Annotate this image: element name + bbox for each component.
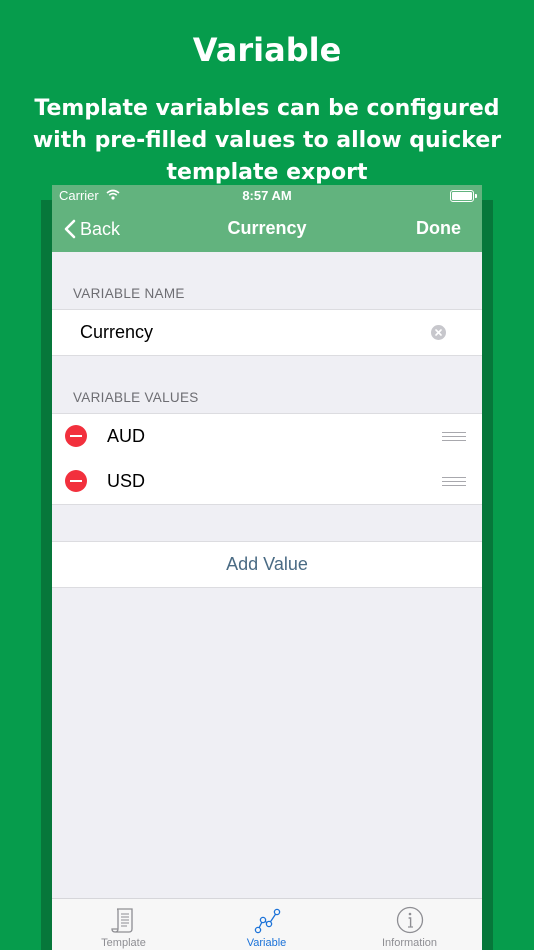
graph-nodes-icon	[254, 908, 280, 934]
tab-label: Information	[381, 937, 438, 949]
scroll-icon	[110, 908, 133, 933]
promo-subline: Template variables can be configured wit…	[32, 96, 502, 185]
reorder-handle-icon[interactable]	[442, 431, 466, 441]
tab-template[interactable]: Template	[52, 899, 195, 950]
variable-values-header: VARIABLE VALUES	[73, 390, 199, 405]
phone-screen: Carrier 8:57 AM Back Currency Done VARIA…	[52, 185, 482, 950]
status-time: 8:57 AM	[242, 188, 292, 203]
value-label: AUD	[107, 426, 146, 446]
tab-label: Variable	[246, 937, 287, 949]
promo-headline: Variable	[192, 31, 342, 69]
navigation-bar: Carrier 8:57 AM Back Currency Done	[52, 185, 482, 252]
tab-variable[interactable]: Variable	[195, 899, 338, 950]
variable-name-cell	[52, 309, 482, 356]
delete-icon[interactable]	[65, 470, 87, 492]
add-value-button[interactable]: Add Value	[52, 541, 482, 588]
battery-icon	[450, 190, 477, 202]
value-label: USD	[107, 471, 146, 491]
tab-bar: Template Variable Information	[52, 898, 482, 950]
delete-icon[interactable]	[65, 425, 87, 447]
variable-name-input[interactable]	[80, 310, 420, 355]
status-bar: Carrier 8:57 AM	[52, 185, 482, 207]
done-button[interactable]: Done	[416, 218, 461, 239]
variable-name-header: VARIABLE NAME	[73, 286, 185, 301]
tab-information[interactable]: Information	[338, 899, 481, 950]
list-item[interactable]: USD	[52, 459, 482, 505]
tab-label: Template	[101, 937, 146, 949]
list-item[interactable]: AUD	[52, 413, 482, 460]
clear-text-icon[interactable]	[431, 325, 446, 340]
info-icon	[396, 906, 423, 934]
reorder-handle-icon[interactable]	[442, 476, 466, 486]
